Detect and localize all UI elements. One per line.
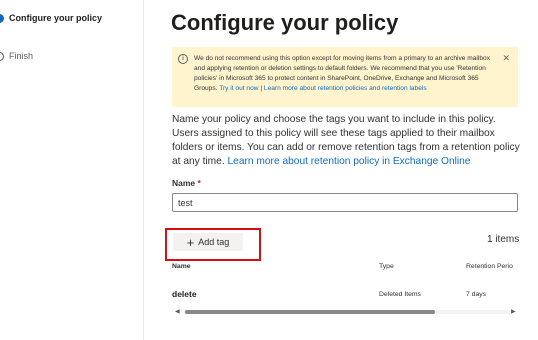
scrollbar-thumb[interactable]: [185, 310, 435, 314]
main-panel: Configure your policy i We do not recomm…: [165, 0, 538, 340]
step-pending-indicator: [0, 51, 4, 61]
column-header-retention-period[interactable]: Retention Perio: [466, 263, 513, 270]
step-label: Finish: [9, 51, 34, 61]
plus-icon: +: [186, 234, 195, 250]
policy-description: Name your policy and choose the tags you…: [172, 113, 522, 169]
row-retention: 7 days: [466, 291, 487, 298]
policy-name-input[interactable]: [172, 193, 518, 212]
column-header-name[interactable]: Name: [172, 263, 191, 270]
required-mark: *: [197, 178, 201, 188]
horizontal-scrollbar[interactable]: [185, 310, 511, 314]
learn-more-retention-policy-link[interactable]: Learn more about retention policy in Exc…: [228, 156, 471, 167]
step-label: Configure your policy: [9, 13, 103, 23]
name-field-label: Name *: [172, 178, 201, 188]
scroll-left-arrow-icon[interactable]: ◀: [175, 308, 180, 315]
add-tag-label: Add tag: [198, 237, 230, 247]
add-tag-button[interactable]: + Add tag: [173, 233, 243, 251]
row-type: Deleted Items: [379, 291, 421, 298]
name-label-text: Name: [172, 178, 196, 188]
info-icon: i: [178, 54, 188, 64]
wizard-steps: Configure your policy Finish: [0, 0, 144, 340]
step-current-indicator: [0, 13, 4, 23]
warning-text: We do not recommend using this option ex…: [194, 54, 494, 94]
column-header-type[interactable]: Type: [379, 263, 394, 270]
learn-more-retention-labels-link[interactable]: Learn more about retention policies and …: [264, 85, 427, 92]
scroll-right-arrow-icon[interactable]: ▶: [511, 308, 516, 315]
items-count: 1 items: [487, 234, 520, 245]
page-title: Configure your policy: [171, 10, 399, 35]
close-icon[interactable]: ✕: [502, 53, 510, 64]
warning-banner: i We do not recommend using this option …: [172, 47, 518, 107]
try-it-out-link[interactable]: Try it out now: [219, 85, 258, 92]
row-name: delete: [172, 289, 197, 299]
